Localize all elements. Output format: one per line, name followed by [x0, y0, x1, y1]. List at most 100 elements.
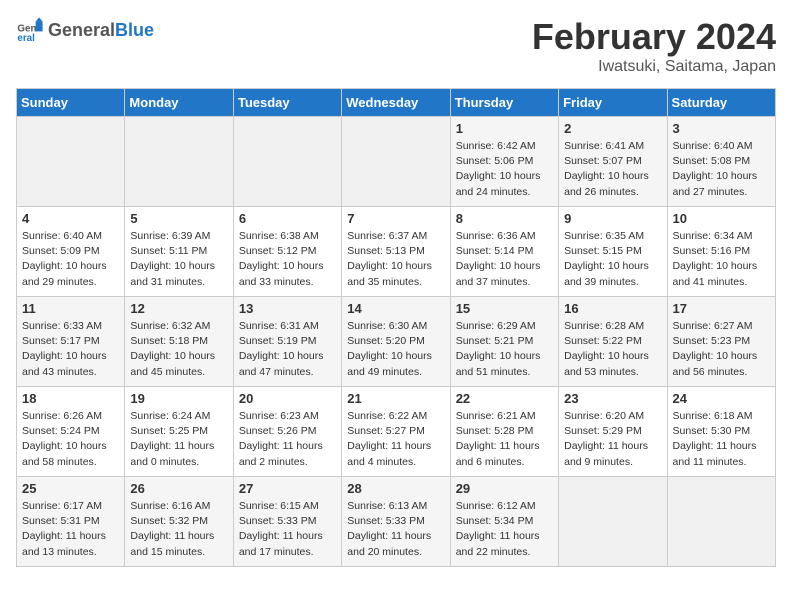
calendar-cell: [667, 477, 775, 567]
day-number: 2: [564, 121, 661, 136]
month-year-title: February 2024: [532, 16, 776, 58]
day-number: 11: [22, 301, 119, 316]
day-info: Sunrise: 6:32 AMSunset: 5:18 PMDaylight:…: [130, 319, 227, 380]
day-number: 6: [239, 211, 336, 226]
calendar-cell: 17 Sunrise: 6:27 AMSunset: 5:23 PMDayligh…: [667, 297, 775, 387]
day-number: 15: [456, 301, 553, 316]
day-number: 27: [239, 481, 336, 496]
day-of-week-header: Friday: [559, 89, 667, 117]
day-info: Sunrise: 6:18 AMSunset: 5:30 PMDaylight:…: [673, 409, 770, 470]
location-subtitle: Iwatsuki, Saitama, Japan: [532, 58, 776, 76]
calendar-cell: 4 Sunrise: 6:40 AMSunset: 5:09 PMDaylight…: [17, 207, 125, 297]
day-number: 20: [239, 391, 336, 406]
logo-blue: Blue: [115, 20, 154, 41]
calendar-cell: [559, 477, 667, 567]
calendar-cell: 6 Sunrise: 6:38 AMSunset: 5:12 PMDaylight…: [233, 207, 341, 297]
day-number: 14: [347, 301, 444, 316]
day-number: 9: [564, 211, 661, 226]
day-info: Sunrise: 6:38 AMSunset: 5:12 PMDaylight:…: [239, 229, 336, 290]
day-info: Sunrise: 6:41 AMSunset: 5:07 PMDaylight:…: [564, 139, 661, 200]
day-number: 25: [22, 481, 119, 496]
calendar-cell: 5Sunrise: 6:39 AMSunset: 5:11 PMDaylight…: [125, 207, 233, 297]
calendar-cell: 18 Sunrise: 6:26 AMSunset: 5:24 PMDayligh…: [17, 387, 125, 477]
header-row: SundayMondayTuesdayWednesdayThursdayFrid…: [17, 89, 776, 117]
day-number: 23: [564, 391, 661, 406]
day-of-week-header: Monday: [125, 89, 233, 117]
calendar-cell: 9 Sunrise: 6:35 AMSunset: 5:15 PMDaylight…: [559, 207, 667, 297]
calendar-body: 1 Sunrise: 6:42 AMSunset: 5:06 PMDaylight…: [17, 117, 776, 567]
calendar-cell: 10 Sunrise: 6:34 AMSunset: 5:16 PMDayligh…: [667, 207, 775, 297]
logo-icon: Gen eral: [16, 16, 44, 44]
calendar-cell: 3Sunrise: 6:40 AMSunset: 5:08 PMDaylight…: [667, 117, 775, 207]
day-info: Sunrise: 6:33 AMSunset: 5:17 PMDaylight:…: [22, 319, 119, 380]
day-info: Sunrise: 6:30 AMSunset: 5:20 PMDaylight:…: [347, 319, 444, 380]
logo: Gen eral General Blue: [16, 16, 154, 44]
calendar-cell: 7 Sunrise: 6:37 AMSunset: 5:13 PMDaylight…: [342, 207, 450, 297]
day-number: 10: [673, 211, 770, 226]
day-number: 4: [22, 211, 119, 226]
day-number: 28: [347, 481, 444, 496]
day-info: Sunrise: 6:16 AMSunset: 5:32 PMDaylight:…: [130, 499, 227, 560]
day-info: Sunrise: 6:26 AMSunset: 5:24 PMDaylight:…: [22, 409, 119, 470]
calendar-cell: 15 Sunrise: 6:29 AMSunset: 5:21 PMDayligh…: [450, 297, 558, 387]
day-of-week-header: Tuesday: [233, 89, 341, 117]
day-number: 24: [673, 391, 770, 406]
title-area: February 2024 Iwatsuki, Saitama, Japan: [532, 16, 776, 76]
calendar-cell: 22Sunrise: 6:21 AMSunset: 5:28 PMDayligh…: [450, 387, 558, 477]
day-info: Sunrise: 6:27 AMSunset: 5:23 PMDaylight:…: [673, 319, 770, 380]
day-number: 18: [22, 391, 119, 406]
day-number: 7: [347, 211, 444, 226]
calendar-table: SundayMondayTuesdayWednesdayThursdayFrid…: [16, 88, 776, 567]
calendar-cell: 12 Sunrise: 6:32 AMSunset: 5:18 PMDayligh…: [125, 297, 233, 387]
day-info: Sunrise: 6:15 AMSunset: 5:33 PMDaylight:…: [239, 499, 336, 560]
calendar-cell: 24 Sunrise: 6:18 AMSunset: 5:30 PMDayligh…: [667, 387, 775, 477]
page-header: Gen eral General Blue February 2024 Iwat…: [16, 16, 776, 76]
day-number: 5: [130, 211, 227, 226]
day-number: 22: [456, 391, 553, 406]
calendar-cell: 21 Sunrise: 6:22 AMSunset: 5:27 PMDayligh…: [342, 387, 450, 477]
day-number: 17: [673, 301, 770, 316]
day-info: Sunrise: 6:37 AMSunset: 5:13 PMDaylight:…: [347, 229, 444, 290]
day-of-week-header: Sunday: [17, 89, 125, 117]
calendar-cell: [125, 117, 233, 207]
calendar-cell: [342, 117, 450, 207]
calendar-week-row: 1 Sunrise: 6:42 AMSunset: 5:06 PMDaylight…: [17, 117, 776, 207]
calendar-cell: 13 Sunrise: 6:31 AMSunset: 5:19 PMDayligh…: [233, 297, 341, 387]
day-info: Sunrise: 6:29 AMSunset: 5:21 PMDaylight:…: [456, 319, 553, 380]
calendar-week-row: 18 Sunrise: 6:26 AMSunset: 5:24 PMDayligh…: [17, 387, 776, 477]
day-number: 21: [347, 391, 444, 406]
day-number: 29: [456, 481, 553, 496]
calendar-cell: [17, 117, 125, 207]
calendar-cell: 20 Sunrise: 6:23 AMSunset: 5:26 PMDayligh…: [233, 387, 341, 477]
day-info: Sunrise: 6:23 AMSunset: 5:26 PMDaylight:…: [239, 409, 336, 470]
day-info: Sunrise: 6:31 AMSunset: 5:19 PMDaylight:…: [239, 319, 336, 380]
day-number: 13: [239, 301, 336, 316]
logo-general: General: [48, 20, 115, 41]
calendar-week-row: 25Sunrise: 6:17 AMSunset: 5:31 PMDayligh…: [17, 477, 776, 567]
day-info: Sunrise: 6:40 AMSunset: 5:09 PMDaylight:…: [22, 229, 119, 290]
svg-text:eral: eral: [17, 33, 35, 44]
calendar-cell: 26Sunrise: 6:16 AMSunset: 5:32 PMDayligh…: [125, 477, 233, 567]
day-info: Sunrise: 6:35 AMSunset: 5:15 PMDaylight:…: [564, 229, 661, 290]
day-info: Sunrise: 6:24 AMSunset: 5:25 PMDaylight:…: [130, 409, 227, 470]
calendar-cell: 14 Sunrise: 6:30 AMSunset: 5:20 PMDayligh…: [342, 297, 450, 387]
calendar-cell: 19 Sunrise: 6:24 AMSunset: 5:25 PMDayligh…: [125, 387, 233, 477]
day-info: Sunrise: 6:22 AMSunset: 5:27 PMDaylight:…: [347, 409, 444, 470]
day-info: Sunrise: 6:42 AMSunset: 5:06 PMDaylight:…: [456, 139, 553, 200]
calendar-cell: [233, 117, 341, 207]
day-number: 3: [673, 121, 770, 136]
calendar-header: SundayMondayTuesdayWednesdayThursdayFrid…: [17, 89, 776, 117]
calendar-cell: 2 Sunrise: 6:41 AMSunset: 5:07 PMDaylight…: [559, 117, 667, 207]
calendar-cell: 29Sunrise: 6:12 AMSunset: 5:34 PMDayligh…: [450, 477, 558, 567]
day-info: Sunrise: 6:36 AMSunset: 5:14 PMDaylight:…: [456, 229, 553, 290]
day-number: 12: [130, 301, 227, 316]
day-info: Sunrise: 6:34 AMSunset: 5:16 PMDaylight:…: [673, 229, 770, 290]
day-info: Sunrise: 6:13 AMSunset: 5:33 PMDaylight:…: [347, 499, 444, 560]
day-of-week-header: Saturday: [667, 89, 775, 117]
calendar-cell: 16Sunrise: 6:28 AMSunset: 5:22 PMDayligh…: [559, 297, 667, 387]
day-number: 19: [130, 391, 227, 406]
calendar-cell: 27 Sunrise: 6:15 AMSunset: 5:33 PMDayligh…: [233, 477, 341, 567]
day-of-week-header: Thursday: [450, 89, 558, 117]
day-number: 1: [456, 121, 553, 136]
calendar-cell: 28 Sunrise: 6:13 AMSunset: 5:33 PMDayligh…: [342, 477, 450, 567]
